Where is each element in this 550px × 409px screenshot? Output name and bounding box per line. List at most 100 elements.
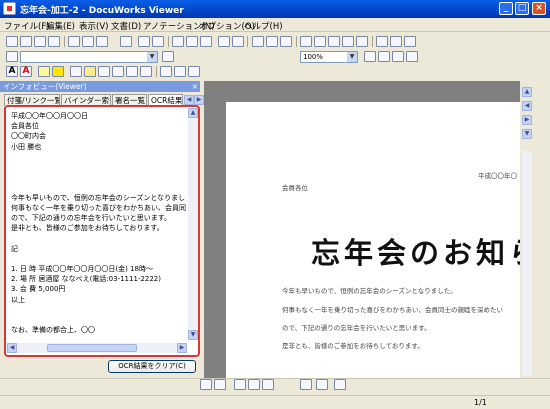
multi-page-icon[interactable] [314,36,326,47]
link-annotation-icon[interactable] [174,66,186,77]
attach-icon[interactable] [404,36,416,47]
highlighter-icon[interactable] [52,66,64,77]
ocr-vertical-scrollbar[interactable]: ▲ ▼ [188,108,198,340]
zoom-in-icon[interactable] [364,51,376,62]
document-page[interactable]: 平成〇〇年〇 会員各位 忘年会のお知らせ 今年も早いもので、恒例の忘年会のシーズ… [226,102,550,378]
cut-icon[interactable] [68,36,80,47]
page-view-icon[interactable] [186,36,198,47]
last-page-icon[interactable]: ▼ [522,129,532,139]
toolbar-annotation: A A [0,66,550,81]
doc-vertical-scrollbar[interactable] [522,151,532,376]
doc-body-line: 是非とも、皆様のご参加をお待ちしております。 [282,342,424,350]
menu-bar: ファイル(F) 編集(E) 表示(V) 文書(D) アノテーション(N) オプシ… [0,18,550,32]
ocr-line: 以上 [11,295,25,304]
ocr-line: なお、準備の都合上、〇〇 [11,326,95,335]
back-icon[interactable] [218,36,230,47]
single-page-icon[interactable] [300,36,312,47]
pointer-icon[interactable] [252,36,264,47]
italic-icon[interactable] [214,379,226,390]
stamp-tool-icon[interactable] [140,66,152,77]
forward-icon[interactable] [232,36,244,47]
document-icon[interactable] [376,36,388,47]
tab-scroll-left-icon[interactable]: ◀ [184,95,194,105]
open-icon[interactable] [20,36,32,47]
continuous-icon[interactable] [342,36,354,47]
scroll-down-icon[interactable]: ▼ [188,330,198,340]
close-button[interactable]: × [532,2,546,15]
facing-icon[interactable] [356,36,368,47]
paste-icon[interactable] [96,36,108,47]
annotation-select[interactable]: ▼ [20,51,158,63]
page-nav-bar: ▲ ◀ ▶ ▼ [520,81,550,378]
line-style-icon[interactable] [316,379,328,390]
ellipse-tool-icon[interactable] [126,66,138,77]
rectangle-tool-icon[interactable] [112,66,124,77]
text-tool-icon[interactable]: A [6,66,18,77]
menu-view[interactable]: 表示(V) [79,20,108,32]
tab-scroll-right-icon[interactable]: ▶ [194,95,204,105]
scroll-left-icon[interactable]: ◀ [7,343,17,353]
app-icon [3,2,16,15]
menu-help[interactable]: ヘルプ(H) [244,20,283,32]
ocr-line: ので、下記の通りの忘年会を行いたいと思います。 [11,214,172,222]
find-icon[interactable] [162,51,174,62]
ocr-line: 1. 日 時 平成〇〇年〇〇月〇〇日(金) 18時〜 [11,265,153,273]
align-left-icon[interactable] [234,379,246,390]
clear-ocr-button[interactable]: OCR結果をクリア(C) [108,360,196,373]
ocr-line: 2. 場 所 居酒屋 ななべえ(電話:03-1111-2222) [11,275,161,284]
title-bar: 忘年会-加工-2 - DocuWorks Viewer _ □ × [0,0,550,18]
scroll-right-icon[interactable]: ▶ [177,343,187,353]
grid-view-icon[interactable] [328,36,340,47]
bold-icon[interactable] [200,379,212,390]
align-right-icon[interactable] [262,379,274,390]
scroll-up-icon[interactable]: ▲ [188,108,198,118]
zoom-out-icon[interactable] [378,51,390,62]
ocr-line: 〇〇町内会 [11,132,46,141]
save-icon[interactable] [34,36,46,47]
ocr-line: 何事もなく一年を乗り切った喜びをわかちあい、会員同士の親 [11,203,186,212]
folder-icon[interactable] [152,36,164,47]
ocr-line: 小田 勝也 [11,142,42,151]
scroll-thumb[interactable] [47,344,137,352]
print-icon[interactable] [48,36,60,47]
transparency-icon[interactable] [334,379,346,390]
maximize-button[interactable]: □ [515,2,529,15]
ocr-textarea[interactable]: 平成〇〇年〇〇月〇〇日 会員各位 〇〇町内会 小田 勝也 今年も早いもので、恒例の忘年会… [8,109,186,341]
ocr-horizontal-scrollbar[interactable]: ◀ ▶ [7,343,187,353]
bitmap-icon[interactable] [160,66,172,77]
close-icon[interactable]: × [192,81,198,92]
text-color-icon[interactable]: A [20,66,32,77]
menu-file[interactable]: ファイル(F) [4,20,50,32]
thumbnail-icon[interactable] [172,36,184,47]
eraser-icon[interactable] [70,66,82,77]
page-indicator: 1/1 [474,398,487,407]
next-page-icon[interactable]: ▶ [522,115,532,125]
menu-edit[interactable]: 編集(E) [46,20,75,32]
align-center-icon[interactable] [248,379,260,390]
minimize-button[interactable]: _ [499,2,513,15]
pen-icon[interactable] [84,66,96,77]
line-tool-icon[interactable] [98,66,110,77]
new-icon[interactable] [6,36,18,47]
link-icon[interactable] [138,36,150,47]
check-icon[interactable] [390,36,402,47]
convert-icon[interactable] [120,36,132,47]
chevron-down-icon[interactable]: ▼ [347,52,357,62]
fit-page-icon[interactable] [406,51,418,62]
ocr-icon[interactable] [188,66,200,77]
ocr-line: 平成〇〇年〇〇月〇〇日 [11,112,88,120]
menu-document[interactable]: 文書(D) [111,20,141,32]
copy-icon[interactable] [82,36,94,47]
sticky-note-icon[interactable] [38,66,50,77]
line-width-icon[interactable] [300,379,312,390]
zoom-select[interactable]: 100% ▼ [300,51,358,63]
annotation-icon[interactable] [6,51,18,62]
panel-header: インフォビュー(Viewer) × [0,81,200,92]
first-page-icon[interactable]: ▲ [522,87,532,97]
previous-page-icon[interactable]: ◀ [522,101,532,111]
hand-icon[interactable] [266,36,278,47]
chevron-down-icon[interactable]: ▼ [147,52,157,62]
fit-width-icon[interactable] [392,51,404,62]
text-select-icon[interactable] [280,36,292,47]
rotate-icon[interactable] [200,36,212,47]
